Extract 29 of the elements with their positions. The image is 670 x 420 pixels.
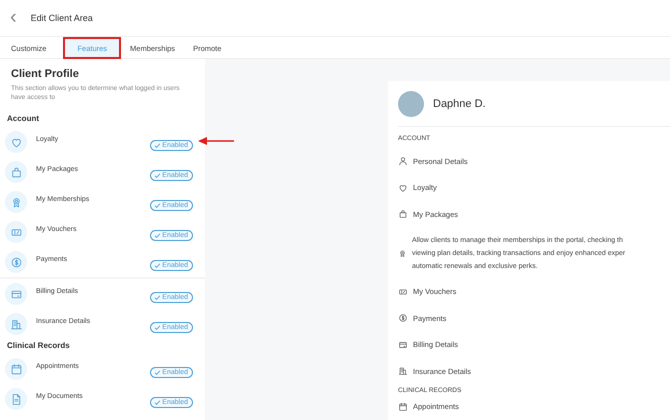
panel-title: Client Profile [11,68,80,80]
avatar [398,91,424,117]
check-icon [154,142,162,149]
calendar-icon [10,362,22,376]
building-icon [10,318,22,331]
bag-icon [398,209,408,220]
check-icon [154,324,162,331]
card-icon [398,340,408,350]
check-icon [154,398,162,406]
check-icon [154,368,162,376]
back-button[interactable]: ‹ [8,6,19,26]
check-icon [154,202,162,209]
check-icon [154,294,162,301]
page-title: Edit Client Area [30,13,93,23]
building-icon [398,366,408,376]
check-icon [154,262,162,269]
check-icon [154,172,162,179]
heart-icon [398,182,408,193]
dollar-icon [398,313,408,324]
bag-icon [10,166,22,179]
check-icon [154,232,162,239]
section-heading: Account [6,113,40,126]
person-icon [398,156,408,166]
calendar-icon [398,402,408,412]
client-name: Daphne D. [433,98,486,110]
medal-icon [398,248,407,258]
ticket-icon [398,286,408,297]
dollar-icon [10,256,22,269]
section-heading: Clinical Records [6,340,71,352]
